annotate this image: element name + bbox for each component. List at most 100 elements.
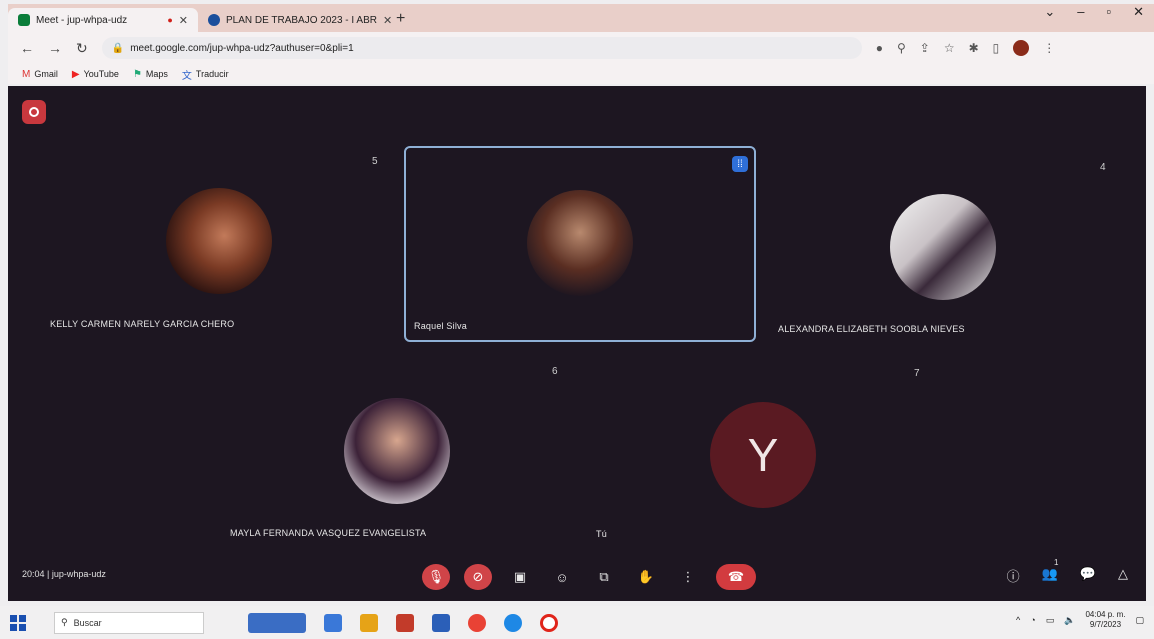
- forward-icon[interactable]: →: [48, 40, 62, 56]
- maximize-icon[interactable]: ▫: [1106, 4, 1111, 20]
- tab-meet-label: Meet - jup-whpa-udz: [36, 14, 128, 26]
- tile-number: 7: [914, 368, 920, 379]
- bookmark-label: Maps: [145, 69, 168, 79]
- side-controls: ⓘ 👥 💬 △: [1007, 566, 1128, 585]
- window-controls: ⌄ – ▫ ✕: [1044, 4, 1144, 20]
- minimize-icon[interactable]: –: [1077, 4, 1084, 20]
- extensions-icon[interactable]: ✱: [969, 41, 979, 55]
- reload-icon[interactable]: ↻: [76, 40, 88, 57]
- translate-icon: 文: [181, 70, 192, 82]
- bookmark-translate[interactable]: 文 Traducir: [182, 67, 229, 82]
- more-options-button[interactable]: ⋮: [674, 564, 702, 590]
- close-tab-icon[interactable]: ✕: [179, 14, 188, 27]
- reactions-button[interactable]: ☺: [548, 564, 576, 590]
- back-icon[interactable]: ←: [20, 40, 34, 56]
- lock-icon: 🔒: [111, 42, 125, 54]
- camera-off-icon: ⊘: [472, 569, 484, 584]
- tile-number: 6: [552, 366, 558, 377]
- tab-plan-label: PLAN DE TRABAJO 2023 - I ABR: [226, 14, 377, 26]
- battery-icon[interactable]: ▭: [1046, 615, 1055, 626]
- tab-search-icon[interactable]: ⌄: [1044, 4, 1055, 20]
- present-button[interactable]: ⧉: [590, 564, 618, 590]
- doc-favicon-icon: [208, 14, 220, 26]
- weather-widget[interactable]: [248, 612, 306, 633]
- meeting-time-and-code: 20:04 | jup-whpa-udz: [22, 569, 106, 579]
- more-vert-icon: ⋮: [681, 569, 695, 584]
- participant-avatar: [166, 188, 272, 294]
- pinned-apps: [248, 612, 558, 633]
- clock-date: 9/7/2023: [1089, 620, 1122, 629]
- windows-start-icon[interactable]: [10, 614, 26, 631]
- notifications-icon[interactable]: ▢: [1135, 615, 1144, 626]
- browser-toolbar: ← → ↻ 🔒 meet.google.com/jup-whpa-udz?aut…: [8, 32, 1154, 64]
- tile-number: 5: [372, 156, 378, 167]
- address-bar[interactable]: 🔒 meet.google.com/jup-whpa-udz?authuser=…: [101, 37, 862, 59]
- meet-favicon-icon: [18, 14, 30, 26]
- participant-name: Tú: [596, 529, 607, 539]
- chat-icon[interactable]: 💬: [1080, 566, 1096, 585]
- bookmark-label: Traducir: [195, 69, 229, 79]
- tab-plan[interactable]: PLAN DE TRABAJO 2023 - I ABR ✕: [198, 8, 392, 32]
- menu-icon[interactable]: ⋮: [1043, 41, 1055, 55]
- search-icon: ⚲: [61, 617, 68, 627]
- captions-icon: ▣: [513, 569, 527, 584]
- system-tray: ^ ◔ ▭ 🔈 04:04 p. m. 9/7/2023 ▢: [1016, 610, 1144, 630]
- hand-icon: ✋: [637, 569, 655, 584]
- emoji-icon: ☺: [555, 569, 569, 585]
- raise-hand-button[interactable]: ✋: [632, 564, 660, 590]
- bookmarks-bar: M Gmail ▶ YouTube ⚑ Maps 文 Traducir: [8, 64, 1154, 84]
- participant-name: KELLY CARMEN NARELY GARCIA CHERO: [50, 319, 235, 329]
- profile-avatar[interactable]: [1013, 40, 1030, 56]
- clock[interactable]: 04:04 p. m. 9/7/2023: [1085, 610, 1125, 630]
- taskbar-search[interactable]: ⚲ Buscar: [54, 611, 204, 634]
- bookmark-label: YouTube: [83, 69, 119, 79]
- chevron-up-icon[interactable]: ^: [1016, 615, 1020, 625]
- record-icon: [29, 107, 39, 117]
- search-placeholder: Buscar: [73, 617, 102, 628]
- tile-number: 4: [1100, 162, 1106, 173]
- recording-indicator[interactable]: [22, 100, 46, 124]
- mic-off-icon: 🎙: [427, 569, 445, 584]
- tab-meet[interactable]: Meet - jup-whpa-udz ● ✕: [8, 8, 198, 32]
- opera-icon[interactable]: [540, 613, 558, 632]
- maps-icon: ⚑: [132, 68, 142, 80]
- info-icon[interactable]: ⓘ: [1007, 566, 1020, 585]
- toolbar-actions: ● ⚲ ⇪ ☆ ✱ ▯ ⋮: [876, 40, 1055, 56]
- participant-name: ALEXANDRA ELIZABETH SOOBLA NIEVES: [778, 324, 965, 334]
- bookmark-gmail[interactable]: M Gmail: [22, 69, 58, 80]
- word-icon[interactable]: [432, 613, 450, 632]
- new-tab-button[interactable]: +: [388, 10, 413, 32]
- gmail-icon: M: [22, 68, 31, 80]
- present-icon: ⧉: [599, 569, 609, 584]
- sidepanel-icon[interactable]: ▯: [993, 41, 1000, 55]
- meet-stage: 5 KELLY CARMEN NARELY GARCIA CHERO ⁞⁞ Ra…: [8, 86, 1146, 601]
- zoom-icon[interactable]: ⚲: [897, 41, 906, 55]
- recording-dot-icon: ●: [167, 15, 173, 25]
- clock-time: 04:04 p. m.: [1085, 610, 1126, 619]
- youtube-icon: ▶: [71, 68, 80, 80]
- volume-icon[interactable]: 🔈: [1064, 615, 1075, 626]
- captions-button[interactable]: ▣: [506, 564, 534, 590]
- share-icon[interactable]: ⇪: [920, 41, 930, 55]
- mic-off-button[interactable]: 🎙: [422, 564, 450, 590]
- camera-off-button[interactable]: ⊘: [464, 564, 492, 590]
- activities-icon[interactable]: △: [1118, 566, 1128, 585]
- task-view-icon[interactable]: [324, 613, 342, 632]
- close-window-icon[interactable]: ✕: [1133, 4, 1144, 20]
- participant-avatar: [890, 194, 996, 300]
- bookmark-maps[interactable]: ⚑ Maps: [133, 69, 168, 80]
- store-icon[interactable]: [396, 613, 414, 632]
- wifi-icon[interactable]: ◔: [1030, 615, 1035, 625]
- bookmark-star-icon[interactable]: ☆: [944, 41, 955, 55]
- url-text: meet.google.com/jup-whpa-udz?authuser=0&…: [130, 42, 354, 54]
- chrome-icon[interactable]: [468, 613, 486, 632]
- camera-indicator-icon[interactable]: ●: [876, 41, 883, 55]
- participant-name: MAYLA FERNANDA VASQUEZ EVANGELISTA: [230, 528, 427, 538]
- leave-call-button[interactable]: ☎: [716, 564, 756, 590]
- bookmark-youtube[interactable]: ▶ YouTube: [72, 69, 119, 80]
- edge-icon[interactable]: [504, 613, 522, 632]
- file-explorer-icon[interactable]: [360, 613, 378, 632]
- windows-taskbar: ⚲ Buscar ^ ◔ ▭ 🔈 04:04 p. m. 9/7/2023 ▢: [0, 606, 1154, 639]
- browser-tab-strip: Meet - jup-whpa-udz ● ✕ PLAN DE TRABAJO …: [8, 4, 1154, 32]
- people-icon[interactable]: 👥: [1042, 566, 1058, 585]
